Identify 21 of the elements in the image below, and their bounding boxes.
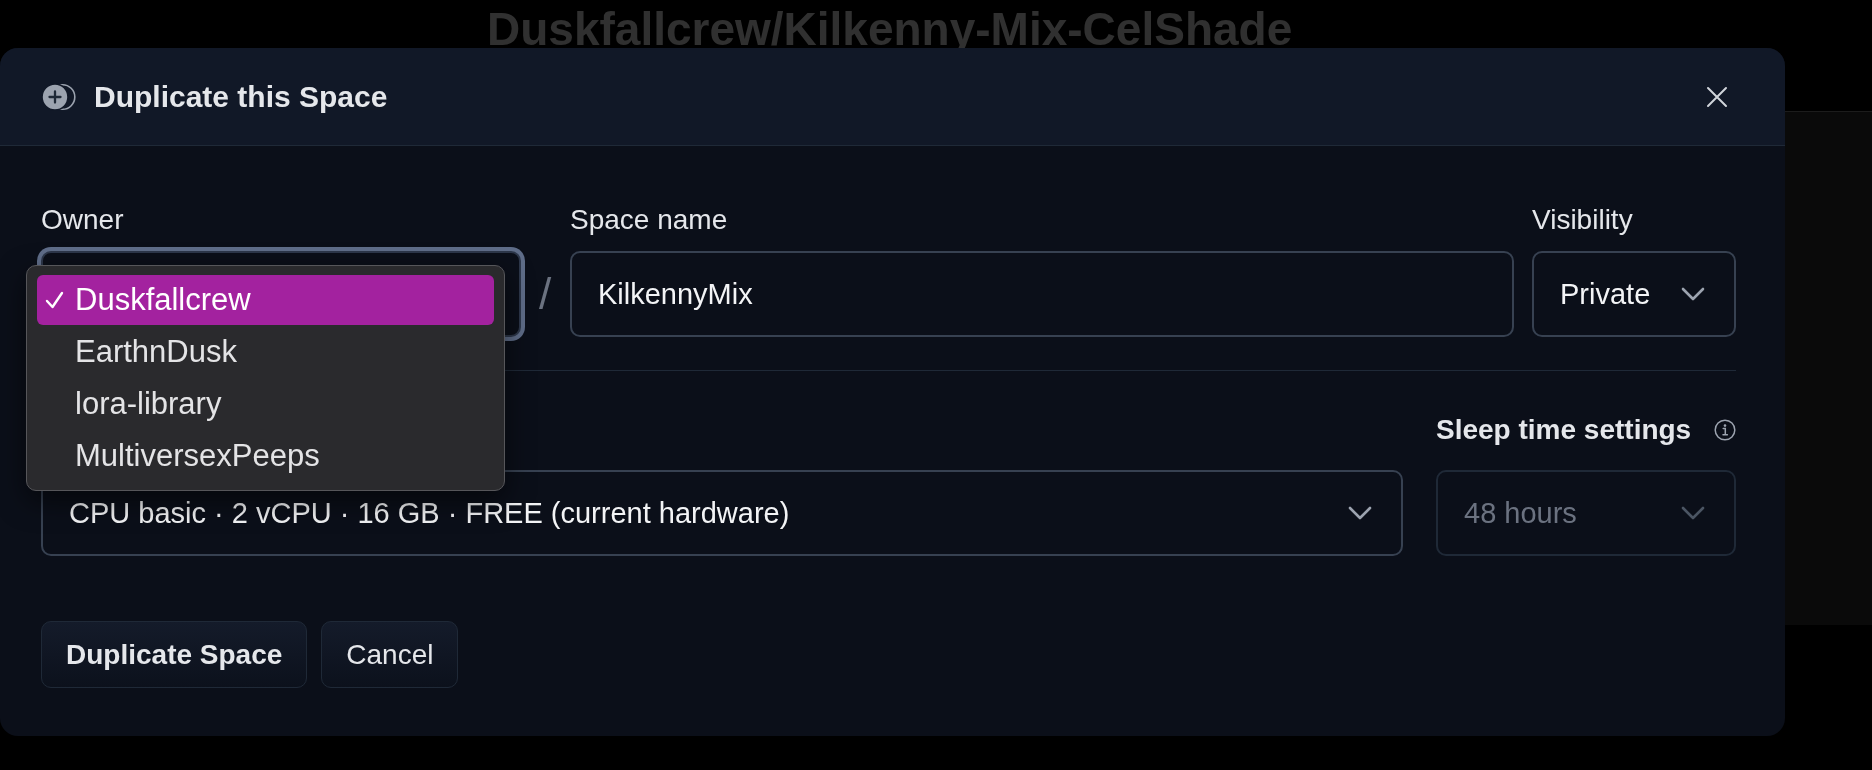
cancel-button[interactable]: Cancel	[321, 621, 459, 688]
plus-circle-icon	[41, 82, 76, 111]
slash-separator: /	[538, 271, 552, 317]
chevron-down-icon	[1348, 506, 1372, 520]
dialog-title: Duplicate this Space	[94, 78, 388, 115]
chevron-down-icon	[1681, 287, 1705, 301]
check-icon	[45, 290, 64, 310]
duplicate-button[interactable]: Duplicate Space	[41, 621, 308, 688]
owner-option[interactable]: lora-library	[37, 379, 494, 429]
sleep-time-label: Sleep time settings	[1436, 413, 1692, 447]
close-button[interactable]	[1706, 85, 1728, 108]
close-icon	[1706, 85, 1728, 108]
owner-label: Owner	[41, 203, 124, 237]
owner-option[interactable]: Duskfallcrew	[37, 275, 494, 325]
visibility-select[interactable]: Private	[1532, 251, 1736, 337]
owner-option[interactable]: EarthnDusk	[37, 327, 494, 377]
visibility-label: Visibility	[1532, 203, 1633, 237]
space-name-label: Space name	[570, 203, 728, 237]
info-icon[interactable]	[1714, 419, 1736, 441]
space-name-field[interactable]: KilkennyMix	[570, 251, 1514, 337]
chevron-down-icon	[1681, 506, 1705, 520]
